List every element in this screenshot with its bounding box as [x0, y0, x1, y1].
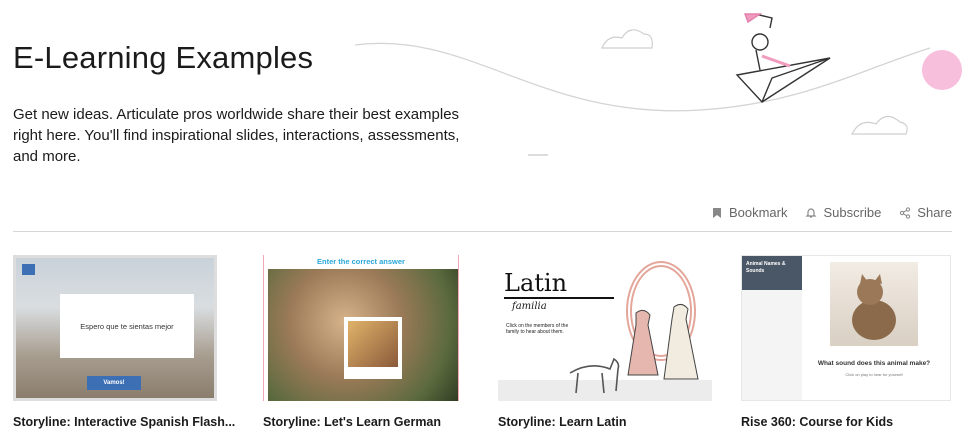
thumb-prompt: Enter the correct answer [317, 257, 405, 266]
share-icon [900, 206, 911, 219]
sidebar-heading: Animal Names & Sounds [742, 256, 802, 290]
thumb-hint: Click on play to hear for yourself [845, 372, 903, 377]
card-thumbnail[interactable]: Enter the correct answer [263, 255, 459, 401]
page-description: Get new ideas. Articulate pros worldwide… [13, 106, 460, 165]
photo-image [268, 269, 458, 401]
page-actions: Bookmark Subscribe Share [711, 205, 952, 220]
card-thumbnail[interactable]: Latin familia Click on the members of th… [498, 255, 712, 401]
hero-section: E-Learning Examples Get new ideas. Artic… [0, 0, 980, 190]
share-button[interactable]: Share [899, 205, 952, 220]
cat-image [830, 262, 918, 346]
thumb-question: What sound does this animal make? [817, 360, 931, 367]
card-title[interactable]: Storyline: Let's Learn German [263, 415, 493, 429]
vamos-button: Vamos! [87, 376, 141, 390]
bookmark-icon [712, 207, 721, 218]
page-title: E-Learning Examples [13, 40, 314, 75]
bookmark-label: Bookmark [728, 205, 788, 220]
subscribe-button[interactable]: Subscribe [805, 205, 881, 220]
roman-family-illustration [569, 303, 699, 394]
card-thumbnail[interactable]: Espero que te sientas mejor Vamos! [13, 255, 217, 401]
bell-icon [806, 207, 817, 218]
flag-icon [22, 264, 35, 275]
example-card[interactable]: Espero que te sientas mejor Vamos! Story… [13, 255, 235, 429]
card-thumbnail[interactable]: Animal Names & Sounds What sound does th… [741, 255, 951, 401]
polaroid-image [344, 317, 402, 379]
card-title[interactable]: Storyline: Interactive Spanish Flash... [13, 415, 243, 429]
example-card[interactable]: Enter the correct answer Storyline: Let'… [263, 255, 483, 429]
flashcard-text: Espero que te sientas mejor [60, 294, 194, 358]
example-card[interactable]: Animal Names & Sounds What sound does th… [741, 255, 961, 429]
heading-rule [504, 297, 614, 299]
bookmark-button[interactable]: Bookmark [711, 205, 788, 220]
thumb-subheading: familia [512, 301, 547, 312]
thumb-heading: Latin [504, 269, 568, 297]
subscribe-label: Subscribe [823, 205, 882, 220]
course-sidebar: Animal Names & Sounds [742, 256, 802, 400]
card-title[interactable]: Storyline: Learn Latin [498, 415, 728, 429]
share-label: Share [917, 205, 952, 220]
card-title[interactable]: Rise 360: Course for Kids [741, 415, 971, 429]
section-divider [13, 231, 952, 232]
cat-icon [852, 274, 896, 340]
example-card[interactable]: Latin familia Click on the members of th… [498, 255, 718, 429]
